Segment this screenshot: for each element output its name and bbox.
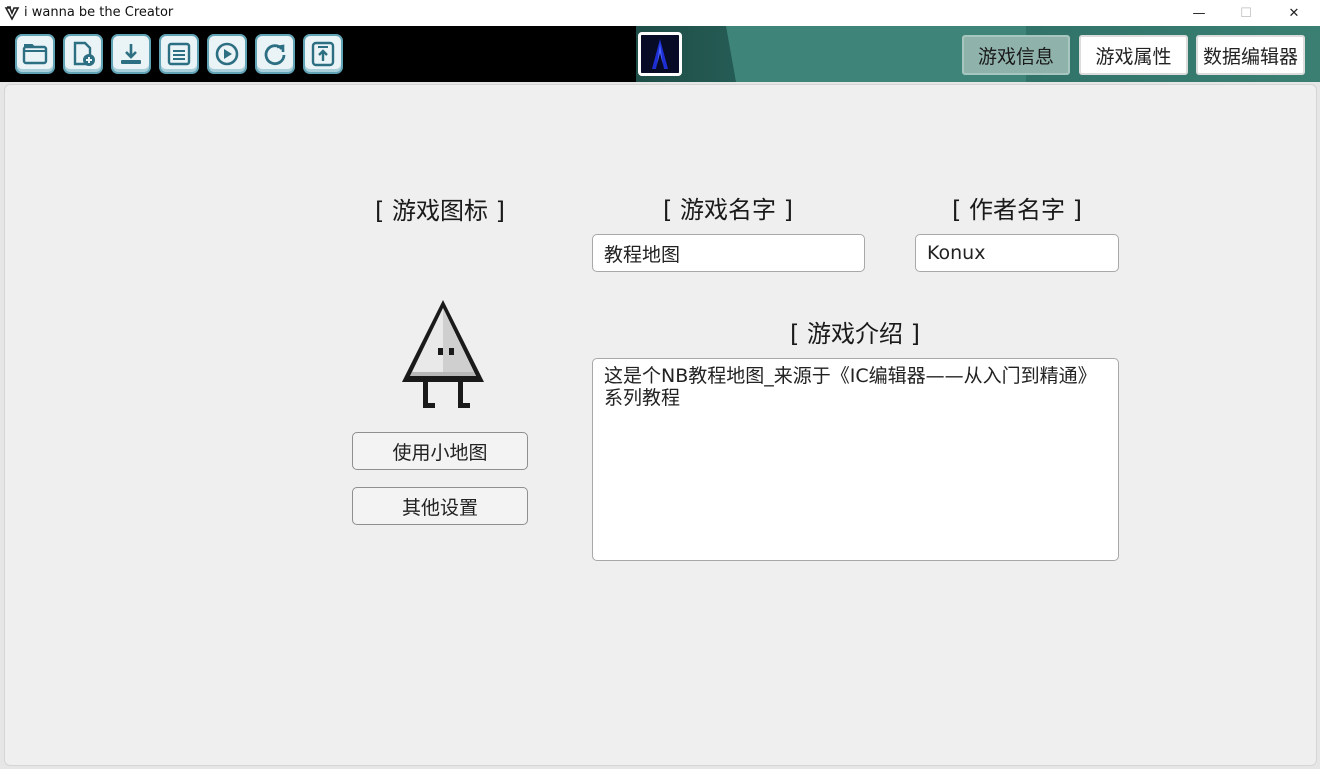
tab-game-properties[interactable]: 游戏属性	[1079, 35, 1188, 75]
play-button[interactable]	[207, 34, 247, 74]
close-button[interactable]: ✕	[1270, 0, 1318, 26]
game-intro-textarea[interactable]: 这是个NB教程地图_来源于《IC编辑器——从入门到精通》 系列教程	[592, 358, 1119, 561]
game-name-input[interactable]: 教程地图	[592, 234, 865, 272]
window-title: i wanna be the Creator	[24, 5, 174, 20]
window-title-bar: i wanna be the Creator — ☐ ✕	[0, 0, 1320, 26]
upload-button[interactable]	[303, 34, 343, 74]
toolbar: 游戏信息 游戏属性 数据编辑器	[0, 26, 1320, 82]
download-icon	[121, 44, 141, 64]
refresh-button[interactable]	[255, 34, 295, 74]
download-button[interactable]	[111, 34, 151, 74]
game-name-title: [ 游戏名字 ]	[663, 196, 793, 224]
new-file-icon	[73, 41, 95, 66]
author-name-title: [ 作者名字 ]	[952, 196, 1082, 224]
save-button[interactable]	[159, 34, 199, 74]
open-folder-button[interactable]	[15, 34, 55, 74]
play-icon	[215, 42, 239, 66]
tab-data-editor[interactable]: 数据编辑器	[1196, 35, 1305, 75]
new-file-button[interactable]	[63, 34, 103, 74]
game-preview-image	[641, 35, 679, 73]
tab-game-info[interactable]: 游戏信息	[962, 35, 1070, 75]
minimize-button[interactable]: —	[1175, 0, 1223, 26]
use-minimap-button[interactable]: 使用小地图	[352, 432, 528, 470]
other-settings-button[interactable]: 其他设置	[352, 487, 528, 525]
refresh-icon	[264, 44, 286, 66]
game-intro-title: [ 游戏介绍 ]	[790, 320, 920, 348]
open-folder-icon	[22, 44, 48, 65]
app-logo-icon	[4, 6, 20, 21]
author-name-input[interactable]: Konux	[915, 234, 1119, 272]
maximize-button[interactable]: ☐	[1222, 0, 1270, 26]
game-preview-thumbnail[interactable]	[638, 32, 682, 76]
game-icon-image[interactable]	[396, 296, 490, 412]
save-icon	[167, 42, 191, 66]
game-icon-title: [ 游戏图标 ]	[375, 197, 505, 225]
upload-icon	[311, 41, 335, 67]
